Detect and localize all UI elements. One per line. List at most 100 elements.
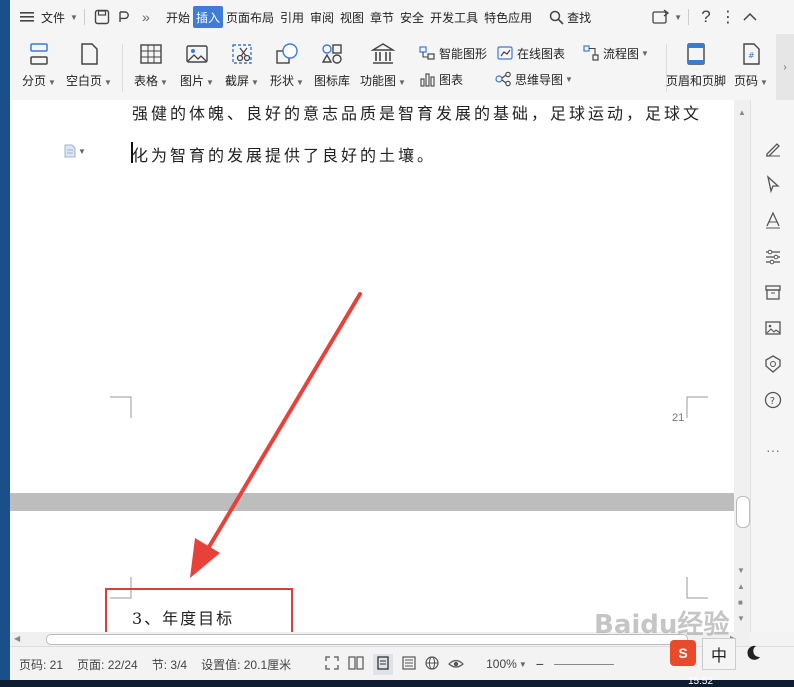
tab-security[interactable]: 安全: [397, 6, 427, 28]
mind-map-button[interactable]: 思维导图 ▼: [494, 68, 573, 90]
chevron-down-icon[interactable]: ▼: [206, 78, 214, 87]
shapes-button[interactable]: 形状 ▼: [270, 40, 304, 96]
chevron-down-icon[interactable]: ▼: [519, 660, 527, 669]
chevron-down-icon[interactable]: ▼: [398, 78, 406, 87]
chevron-down-icon[interactable]: ▼: [70, 13, 78, 22]
ribbon-scroll-right-icon[interactable]: ›: [776, 34, 794, 100]
status-section[interactable]: 节: 3/4: [152, 656, 187, 673]
function-chart-button[interactable]: 功能图 ▼: [360, 40, 406, 96]
header-footer-label: 页眉和页脚: [666, 74, 727, 88]
more-chevron-icon[interactable]: »: [135, 6, 157, 28]
status-page[interactable]: 页面: 22/24: [77, 656, 138, 673]
tab-references[interactable]: 引用: [277, 6, 307, 28]
chevron-down-icon[interactable]: ▼: [48, 78, 56, 87]
image-icon[interactable]: [763, 318, 783, 338]
more-dots-icon[interactable]: ···: [763, 440, 783, 460]
icon-library-button[interactable]: 图标库: [314, 40, 350, 96]
smart-art-button[interactable]: 智能图形: [418, 42, 487, 64]
outline-view-icon[interactable]: [402, 655, 416, 673]
more-icon[interactable]: ⋮: [717, 6, 739, 28]
status-setting[interactable]: 设置值: 20.1厘米: [201, 656, 291, 673]
help-circle-icon[interactable]: ?: [763, 390, 783, 410]
hamburger-icon[interactable]: [16, 6, 38, 28]
prev-page-icon[interactable]: ▲: [737, 582, 745, 591]
screenshot-button[interactable]: 截屏 ▼: [225, 40, 259, 96]
paragraph-handle-icon[interactable]: ▼: [64, 144, 86, 158]
page-break-icon: [25, 40, 53, 68]
chevron-down-icon[interactable]: ▼: [760, 78, 768, 87]
online-chart-button[interactable]: 在线图表: [496, 42, 565, 64]
fullscreen-icon[interactable]: [325, 655, 339, 673]
chevron-down-icon[interactable]: ▼: [641, 49, 649, 58]
tab-home[interactable]: 开始: [163, 6, 193, 28]
scrollbar-thumb[interactable]: [736, 496, 750, 528]
page-number-button[interactable]: # 页码 ▼: [734, 40, 768, 96]
file-menu[interactable]: 文件: [38, 6, 68, 28]
collapse-ribbon-icon[interactable]: [739, 6, 761, 28]
web-view-icon[interactable]: [425, 655, 439, 673]
taskbar: 15:52: [0, 676, 794, 687]
body-text-line[interactable]: 强健的体魄、良好的意志品质是智育发展的基础，足球运动，足球文: [132, 100, 702, 124]
chevron-down-icon[interactable]: ▼: [565, 75, 573, 84]
ime-language-indicator[interactable]: 中: [702, 638, 736, 670]
table-button[interactable]: 表格 ▼: [134, 40, 168, 96]
share-icon[interactable]: [650, 6, 672, 28]
scroll-up-icon[interactable]: ▲: [737, 108, 747, 118]
chevron-down-icon[interactable]: ▼: [296, 78, 304, 87]
help-icon[interactable]: ?: [695, 6, 717, 28]
zoom-out-icon[interactable]: −: [536, 656, 544, 672]
page-number: 21: [672, 412, 685, 424]
chevron-down-icon[interactable]: ▼: [104, 78, 112, 87]
tab-developer[interactable]: 开发工具: [427, 6, 481, 28]
save-icon[interactable]: [91, 6, 113, 28]
tab-page-layout[interactable]: 页面布局: [223, 6, 277, 28]
menu-bar: 文件 ▼ » 开始 插入 页面布局 引用 审阅 视图 章节 安全 开发工具 特色…: [10, 0, 794, 34]
style-icon[interactable]: [763, 210, 783, 230]
tab-special-apps[interactable]: 特色应用: [481, 6, 535, 28]
table-label: 表格: [134, 74, 159, 88]
tab-view[interactable]: 视图: [337, 6, 367, 28]
vertical-scrollbar[interactable]: ▲ ▼ ▲ ■ ▼: [734, 100, 750, 632]
pen-icon[interactable]: [763, 138, 783, 158]
chevron-down-icon[interactable]: ▼: [160, 78, 168, 87]
page-21[interactable]: 强健的体魄、良好的意志品质是智育发展的基础，足球运动，足球文 化为智育的发展提供…: [10, 100, 750, 493]
sliders-icon[interactable]: [763, 246, 783, 266]
tab-insert[interactable]: 插入: [192, 6, 223, 28]
hscroll-thumb[interactable]: [46, 634, 688, 645]
search-icon[interactable]: [545, 6, 567, 28]
chevron-down-icon[interactable]: ▼: [78, 147, 86, 156]
status-page-code[interactable]: 页码: 21: [19, 656, 63, 673]
text-cursor: [131, 142, 133, 163]
next-page-icon[interactable]: ▼: [737, 614, 745, 623]
body-text-line[interactable]: 化为智育的发展提供了良好的土壤。: [132, 142, 436, 166]
screenshot-label: 截屏: [225, 74, 250, 88]
select-browse-icon[interactable]: ■: [738, 598, 743, 607]
page-view-icon[interactable]: [373, 653, 394, 675]
flowchart-button[interactable]: 流程图 ▼: [582, 42, 649, 64]
document-area[interactable]: 强健的体魄、良好的意志品质是智育发展的基础，足球运动，足球文 化为智育的发展提供…: [10, 100, 750, 632]
scroll-down-icon[interactable]: ▼: [737, 566, 745, 575]
mind-map-icon: [494, 70, 512, 88]
blank-page-button[interactable]: 空白页 ▼: [66, 40, 112, 96]
page-break-label: 分页: [22, 74, 47, 88]
header-footer-button[interactable]: 页眉和页脚: [666, 40, 726, 96]
read-mode-icon[interactable]: [348, 655, 364, 673]
sogou-ime-icon[interactable]: S: [670, 640, 696, 666]
search-button[interactable]: 查找: [567, 6, 594, 28]
tab-sections[interactable]: 章节: [367, 6, 397, 28]
zoom-slider[interactable]: [553, 663, 614, 665]
chevron-down-icon[interactable]: ▼: [251, 78, 259, 87]
picture-button[interactable]: 图片 ▼: [180, 40, 214, 96]
scroll-left-icon[interactable]: ◀: [14, 634, 20, 643]
undo-icon[interactable]: [113, 6, 135, 28]
chevron-down-icon[interactable]: ▼: [674, 13, 682, 22]
shield-icon[interactable]: [763, 354, 783, 374]
night-mode-icon[interactable]: [740, 640, 766, 666]
archive-icon[interactable]: [763, 282, 783, 302]
cursor-icon[interactable]: [763, 174, 783, 194]
tab-review[interactable]: 审阅: [307, 6, 337, 28]
page-break-button[interactable]: 分页 ▼: [22, 40, 56, 96]
zoom-level[interactable]: 100%: [486, 657, 517, 671]
chart-button[interactable]: 图表: [418, 68, 463, 90]
eye-protection-icon[interactable]: [448, 656, 465, 673]
